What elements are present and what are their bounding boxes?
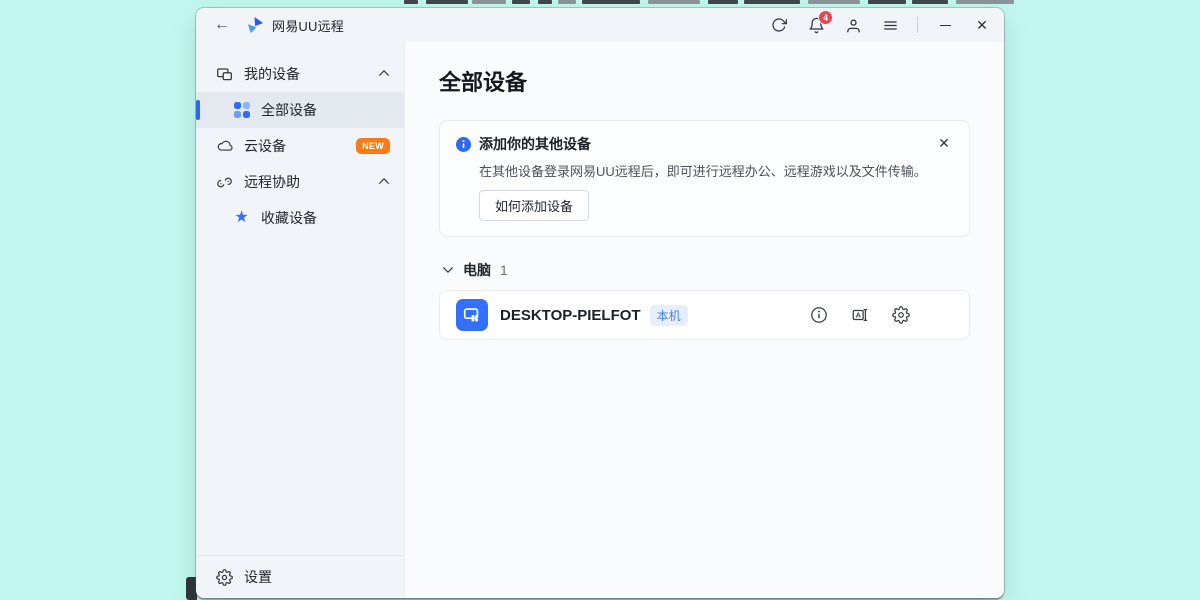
user-icon (845, 17, 862, 34)
background-artifact (472, 0, 506, 4)
background-artifact (426, 0, 468, 4)
device-card[interactable]: DESKTOP-PIELFOT 本机 A (439, 290, 970, 340)
chevron-down-icon (442, 264, 454, 276)
close-button[interactable]: ✕ (970, 13, 994, 37)
minimize-button[interactable] (933, 13, 957, 37)
sidebar-item-label: 云设备 (244, 136, 286, 156)
info-icon (456, 137, 471, 152)
star-icon: ★ (233, 210, 250, 227)
sidebar-item-favorite-devices[interactable]: ★ 收藏设备 (196, 200, 404, 236)
sidebar-item-label: 我的设备 (244, 64, 300, 84)
account-button[interactable] (841, 13, 865, 37)
new-badge: NEW (356, 138, 390, 154)
banner-description: 在其他设备登录网易UU远程后，即可进行远程办公、远程游戏以及文件传输。 (479, 161, 953, 180)
background-artifact (744, 0, 800, 4)
device-group-label: 电脑 (463, 260, 491, 280)
computer-icon (456, 299, 488, 331)
refresh-icon (771, 17, 787, 33)
sidebar-item-settings[interactable]: 设置 (196, 556, 404, 598)
chevron-up-icon (378, 174, 390, 190)
remote-assist-icon (216, 174, 233, 191)
settings-label: 设置 (244, 567, 272, 587)
device-info-button[interactable] (809, 305, 829, 325)
titlebar-separator (917, 17, 918, 33)
refresh-button[interactable] (767, 13, 791, 37)
background-artifact (582, 0, 640, 4)
how-to-add-device-button[interactable]: 如何添加设备 (479, 190, 589, 221)
background-artifact (912, 0, 948, 4)
background-artifact (538, 0, 552, 4)
menu-button[interactable] (878, 13, 902, 37)
device-settings-button[interactable] (891, 305, 911, 325)
app-window: ← 网易UU远程 4 (196, 8, 1004, 598)
background-artifact (868, 0, 906, 4)
add-device-banner: 添加你的其他设备 在其他设备登录网易UU远程后，即可进行远程办公、远程游戏以及文… (439, 120, 970, 237)
gear-icon (892, 306, 910, 324)
sidebar-item-cloud-devices[interactable]: 云设备 NEW (196, 128, 404, 164)
sidebar-item-my-devices[interactable]: 我的设备 (196, 56, 404, 92)
sidebar-item-label: 远程协助 (244, 172, 300, 192)
gear-icon (216, 569, 233, 586)
info-circle-icon (810, 306, 828, 324)
background-artifact (956, 0, 1014, 4)
notification-badge: 4 (818, 10, 833, 25)
local-machine-badge: 本机 (650, 305, 688, 326)
device-group-count: 1 (500, 262, 508, 278)
hamburger-menu-icon (882, 17, 899, 34)
all-devices-grid-icon (233, 102, 250, 119)
close-icon: ✕ (976, 17, 988, 34)
page-title: 全部设备 (439, 65, 970, 97)
background-artifact (648, 0, 700, 4)
app-title: 网易UU远程 (272, 16, 344, 35)
banner-title: 添加你的其他设备 (479, 134, 591, 154)
devices-icon (216, 66, 233, 83)
sidebar: 我的设备 全部设备 (196, 42, 405, 598)
titlebar: ← 网易UU远程 4 (196, 8, 1004, 42)
app-logo-icon (246, 16, 265, 35)
sidebar-item-label: 全部设备 (261, 100, 317, 120)
device-name: DESKTOP-PIELFOT (500, 307, 641, 324)
background-artifact (808, 0, 860, 4)
sidebar-item-all-devices[interactable]: 全部设备 (196, 92, 404, 128)
background-artifact (512, 0, 530, 4)
cloud-icon (216, 138, 233, 155)
minimize-icon (940, 25, 951, 26)
banner-close-button[interactable]: ✕ (933, 132, 955, 154)
svg-text:A: A (856, 311, 861, 320)
sidebar-item-label: 收藏设备 (261, 208, 317, 228)
close-icon: ✕ (938, 135, 950, 152)
device-group-header[interactable]: 电脑 1 (439, 260, 970, 280)
notifications-button[interactable]: 4 (804, 13, 828, 37)
background-artifact (404, 0, 418, 4)
background-artifact (708, 0, 738, 4)
sidebar-item-remote-assist[interactable]: 远程协助 (196, 164, 404, 200)
main-panel: 全部设备 添加你的其他设备 在其他设备登录网易UU远程后，即可进行远程办公、远程… (405, 42, 1004, 598)
back-button[interactable]: ← (208, 12, 236, 38)
background-artifact (558, 0, 576, 4)
rename-icon: A (851, 306, 869, 324)
back-icon: ← (214, 16, 230, 34)
device-rename-button[interactable]: A (850, 305, 870, 325)
chevron-up-icon (378, 66, 390, 82)
